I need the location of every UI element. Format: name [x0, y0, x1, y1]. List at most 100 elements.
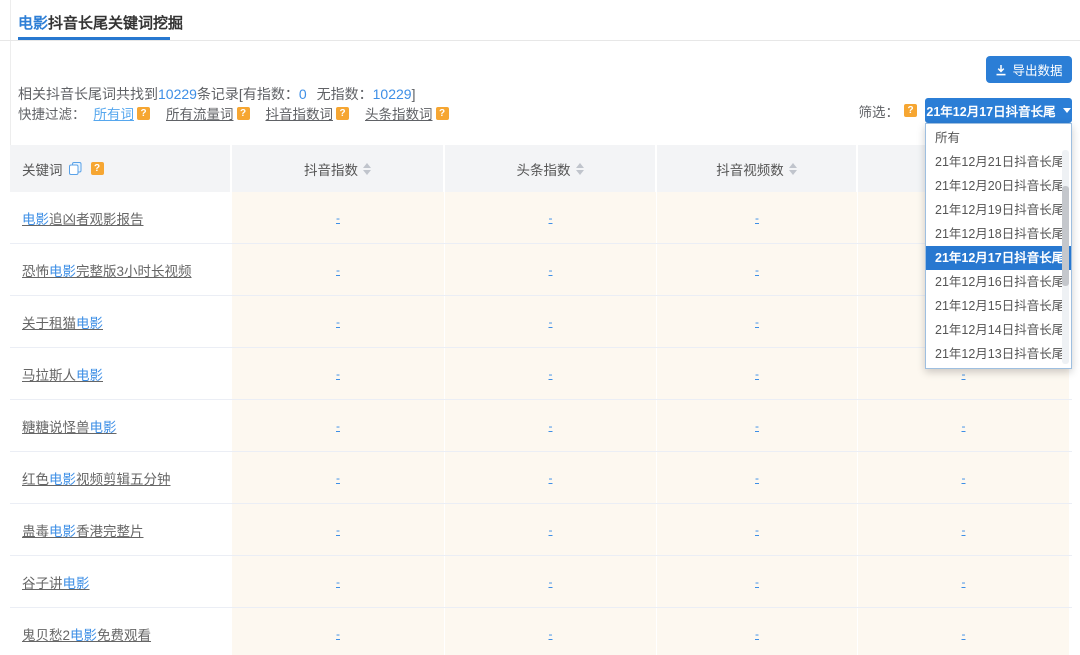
column-header-label: 关键词 [22, 159, 63, 179]
index-value-cell: - [858, 400, 1070, 451]
empty-value-link[interactable]: - [549, 471, 553, 485]
help-icon[interactable]: ? [336, 107, 349, 120]
column-header-keyword: 关键词 ? [10, 145, 232, 192]
empty-value-link[interactable]: - [755, 627, 759, 641]
dropdown-option[interactable]: 21年12月13日抖音长尾 [926, 342, 1071, 366]
download-icon [995, 64, 1007, 76]
table-row: 蛊毒电影香港完整片 - - - - [10, 504, 1072, 556]
empty-value-link[interactable]: - [962, 471, 966, 485]
empty-value-link[interactable]: - [336, 575, 340, 589]
dropdown-option[interactable]: 21年12月19日抖音长尾 [926, 198, 1071, 222]
dropdown-option[interactable]: 21年12月21日抖音长尾 [926, 150, 1071, 174]
sort-icon[interactable] [789, 163, 797, 175]
keyword-link[interactable]: 谷子讲电影 [22, 572, 90, 592]
empty-value-link[interactable]: - [549, 315, 553, 329]
empty-value-link[interactable]: - [336, 263, 340, 277]
index-value-cell: - [657, 504, 858, 555]
empty-value-link[interactable]: - [755, 575, 759, 589]
column-header-douyin-index[interactable]: 抖音指数 [232, 145, 445, 192]
empty-value-link[interactable]: - [755, 419, 759, 433]
index-value-cell: - [232, 296, 445, 347]
help-icon[interactable]: ? [436, 107, 449, 120]
help-icon[interactable]: ? [904, 104, 917, 117]
quick-filter-link[interactable]: 所有流量词 [166, 103, 234, 123]
column-header-label: 头条指数 [517, 159, 571, 179]
export-data-button[interactable]: 导出数据 [986, 56, 1072, 83]
export-button-label: 导出数据 [1012, 60, 1062, 79]
index-value-cell: - [858, 504, 1070, 555]
empty-value-link[interactable]: - [549, 523, 553, 537]
empty-value-link[interactable]: - [962, 627, 966, 641]
dropdown-option[interactable]: 21年12月18日抖音长尾 [926, 222, 1071, 246]
sort-icon[interactable] [576, 163, 584, 175]
empty-value-link[interactable]: - [755, 471, 759, 485]
dropdown-option[interactable]: 21年12月16日抖音长尾 [926, 270, 1071, 294]
dropdown-option-selected[interactable]: 21年12月17日抖音长尾 [926, 246, 1071, 270]
empty-value-link[interactable]: - [549, 575, 553, 589]
help-icon[interactable]: ? [237, 107, 250, 120]
date-filter-dropdown-button[interactable]: 21年12月17日抖音长尾 [925, 98, 1072, 123]
keyword-link[interactable]: 糖糖说怪兽电影 [22, 416, 117, 436]
keyword-link[interactable]: 电影追凶者观影报告 [22, 208, 144, 228]
empty-value-link[interactable]: - [549, 419, 553, 433]
filter-dropdown-menu: 所有21年12月21日抖音长尾21年12月20日抖音长尾21年12月19日抖音长… [925, 123, 1072, 369]
empty-value-link[interactable]: - [336, 367, 340, 381]
column-header-toutiao-index[interactable]: 头条指数 [445, 145, 657, 192]
empty-value-link[interactable]: - [755, 315, 759, 329]
empty-value-link[interactable]: - [336, 419, 340, 433]
empty-value-link[interactable]: - [336, 471, 340, 485]
index-value-cell: - [858, 452, 1070, 503]
keyword-link[interactable]: 红色电影视频剪辑五分钟 [22, 468, 171, 488]
empty-value-link[interactable]: - [962, 575, 966, 589]
quick-filter-douyin-index-words[interactable]: 抖音指数词 ? [266, 103, 350, 123]
copy-icon[interactable] [68, 161, 83, 176]
table-row: 红色电影视频剪辑五分钟 - - - - [10, 452, 1072, 504]
index-value-cell: - [232, 452, 445, 503]
keyword-cell: 谷子讲电影 [10, 556, 232, 607]
empty-value-link[interactable]: - [549, 627, 553, 641]
quick-filter-traffic-words[interactable]: 所有流量词 ? [166, 103, 250, 123]
quick-filter-link[interactable]: 抖音指数词 [266, 103, 334, 123]
dropdown-scrollbar-thumb[interactable] [1062, 186, 1069, 286]
keyword-link[interactable]: 关于租猫电影 [22, 312, 103, 332]
keyword-text: 蛊毒 [22, 524, 49, 539]
empty-value-link[interactable]: - [755, 523, 759, 537]
empty-value-link[interactable]: - [549, 367, 553, 381]
quick-filter-link[interactable]: 头条指数词 [365, 103, 433, 123]
help-icon[interactable]: ? [91, 162, 104, 175]
quick-filter-bar: 快捷过滤： 所有词 ? 所有流量词 ? 抖音指数词 ? 头条指数词 ? [18, 103, 465, 123]
index-value-cell: - [232, 504, 445, 555]
dropdown-option[interactable]: 所有 [926, 126, 1071, 150]
empty-value-link[interactable]: - [962, 419, 966, 433]
keyword-highlight: 电影 [49, 472, 76, 487]
keyword-link[interactable]: 鬼贝愁2电影免费观看 [22, 624, 151, 644]
quick-filter-link[interactable]: 所有词 [94, 103, 135, 123]
empty-value-link[interactable]: - [549, 263, 553, 277]
empty-value-link[interactable]: - [755, 263, 759, 277]
empty-value-link[interactable]: - [755, 211, 759, 225]
index-value-cell: - [445, 296, 657, 347]
keyword-link[interactable]: 恐怖电影完整版3小时长视频 [22, 260, 192, 280]
sort-icon[interactable] [363, 163, 371, 175]
keyword-mining-page: 电影抖音长尾关键词挖掘 导出数据 相关抖音长尾词共找到10229条记录[有指数：… [0, 0, 1080, 655]
empty-value-link[interactable]: - [962, 523, 966, 537]
column-header-douyin-videos[interactable]: 抖音视频数 [657, 145, 858, 192]
keyword-text: 香港完整片 [76, 524, 144, 539]
keyword-link[interactable]: 蛊毒电影香港完整片 [22, 520, 144, 540]
dropdown-option[interactable]: 21年12月20日抖音长尾 [926, 174, 1071, 198]
empty-value-link[interactable]: - [336, 211, 340, 225]
keyword-highlight: 电影 [22, 212, 49, 227]
quick-filter-toutiao-index-words[interactable]: 头条指数词 ? [365, 103, 449, 123]
quick-filter-all-words[interactable]: 所有词 ? [94, 103, 151, 123]
keyword-cell: 鬼贝愁2电影免费观看 [10, 608, 232, 655]
help-icon[interactable]: ? [137, 107, 150, 120]
empty-value-link[interactable]: - [549, 211, 553, 225]
keyword-link[interactable]: 马拉斯人电影 [22, 364, 103, 384]
dropdown-option[interactable]: 21年12月15日抖音长尾 [926, 294, 1071, 318]
filter-label: 筛选： [859, 101, 900, 121]
empty-value-link[interactable]: - [336, 523, 340, 537]
empty-value-link[interactable]: - [336, 627, 340, 641]
empty-value-link[interactable]: - [755, 367, 759, 381]
empty-value-link[interactable]: - [336, 315, 340, 329]
dropdown-option[interactable]: 21年12月14日抖音长尾 [926, 318, 1071, 342]
